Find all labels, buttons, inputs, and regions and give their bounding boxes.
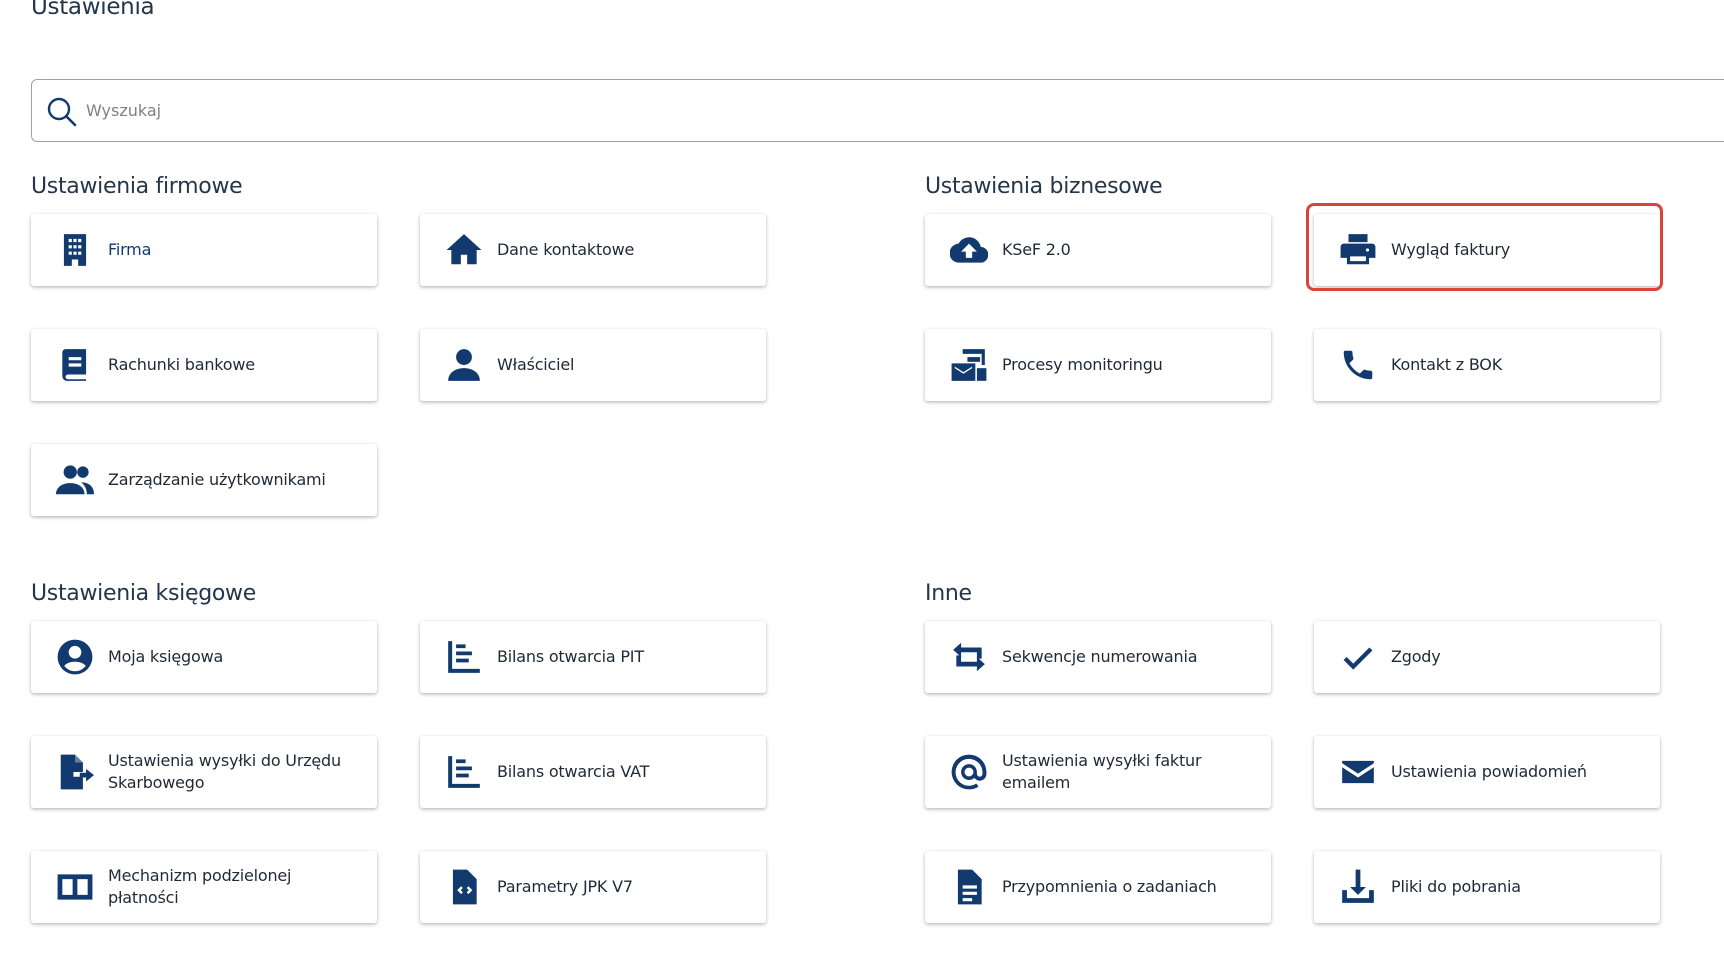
settings-card-label: Parametry JPK V7 (497, 877, 633, 896)
settings-card-wyglad-faktury[interactable]: Wygląd faktury (1314, 214, 1660, 286)
file-export-icon (51, 748, 99, 796)
settings-card-zarzadzanie-uzytkownikami[interactable]: Zarządzanie użytkownikami (31, 444, 377, 516)
search-box[interactable] (31, 79, 1724, 142)
settings-card-bilans-vat[interactable]: Bilans otwarcia VAT (420, 736, 766, 808)
settings-card-label: Ustawienia powiadomień (1391, 762, 1587, 781)
settings-card-przypomnienia[interactable]: Przypomnienia o zadaniach (925, 851, 1271, 923)
settings-card-label: Właściciel (497, 355, 575, 374)
balance-list-icon (440, 748, 488, 796)
settings-card-label: Wygląd faktury (1391, 240, 1511, 259)
building-icon (51, 226, 99, 274)
envelope-icon (1334, 748, 1382, 796)
settings-card-label: Rachunki bankowe (108, 355, 255, 374)
settings-card-wysylka-email[interactable]: Ustawienia wysyłki faktur emailem (925, 736, 1271, 808)
settings-card-sekwencje[interactable]: Sekwencje numerowania (925, 621, 1271, 693)
section-title-biznesowe: Ustawienia biznesowe (925, 174, 1163, 199)
settings-card-label: Bilans otwarcia VAT (497, 762, 650, 781)
monitoring-mail-icon (945, 341, 993, 389)
settings-card-powiadomienia[interactable]: Ustawienia powiadomień (1314, 736, 1660, 808)
settings-card-label: Kontakt z BOK (1391, 355, 1502, 374)
settings-card-rachunki-bankowe[interactable]: Rachunki bankowe (31, 329, 377, 401)
settings-card-label: Sekwencje numerowania (1002, 647, 1198, 666)
settings-card-dane-kontaktowe[interactable]: Dane kontaktowe (420, 214, 766, 286)
settings-card-label: Zgody (1391, 647, 1441, 666)
settings-card-label: Zarządzanie użytkownikami (108, 470, 326, 489)
settings-card-split-payment[interactable]: Mechanizm podzielonej płatności (31, 851, 377, 923)
settings-card-label: Mechanizm podzielonej płatności (108, 866, 292, 907)
settings-card-label: Ustawienia wysyłki do Urzędu Skarbowego (108, 751, 341, 792)
settings-card-procesy-monitoringu[interactable]: Procesy monitoringu (925, 329, 1271, 401)
printer-icon (1334, 226, 1382, 274)
settings-card-label: Procesy monitoringu (1002, 355, 1163, 374)
settings-card-kontakt-bok[interactable]: Kontakt z BOK (1314, 329, 1660, 401)
home-icon (440, 226, 488, 274)
section-title-firmowe: Ustawienia firmowe (31, 174, 243, 199)
settings-card-label: Firma (108, 240, 152, 259)
section-title-ksiegowe: Ustawienia księgowe (31, 581, 256, 606)
settings-card-label: Bilans otwarcia PIT (497, 647, 644, 666)
settings-card-label: Dane kontaktowe (497, 240, 635, 259)
download-icon (1334, 863, 1382, 911)
section-title-inne: Inne (925, 581, 972, 606)
at-sign-icon (945, 748, 993, 796)
settings-card-pliki[interactable]: Pliki do pobrania (1314, 851, 1660, 923)
settings-card-label: Moja księgowa (108, 647, 224, 666)
settings-card-label: Ustawienia wysyłki faktur emailem (1002, 751, 1202, 792)
users-icon (51, 456, 99, 504)
document-icon (945, 863, 993, 911)
settings-card-zgody[interactable]: Zgody (1314, 621, 1660, 693)
check-icon (1334, 633, 1382, 681)
settings-card-bilans-pit[interactable]: Bilans otwarcia PIT (420, 621, 766, 693)
settings-card-label: Pliki do pobrania (1391, 877, 1521, 896)
repeat-icon (945, 633, 993, 681)
split-columns-icon (51, 863, 99, 911)
settings-card-label: Przypomnienia o zadaniach (1002, 877, 1217, 896)
code-file-icon (440, 863, 488, 911)
cloud-upload-icon (945, 226, 993, 274)
account-circle-icon (51, 633, 99, 681)
book-icon (51, 341, 99, 389)
search-icon (46, 96, 78, 128)
settings-card-wlasciciel[interactable]: Właściciel (420, 329, 766, 401)
settings-card-wysylka-us[interactable]: Ustawienia wysyłki do Urzędu Skarbowego (31, 736, 377, 808)
settings-card-firma[interactable]: Firma (31, 214, 377, 286)
search-input[interactable] (86, 92, 886, 128)
page-title: Ustawienia (31, 0, 155, 20)
settings-card-moja-ksiegowa[interactable]: Moja księgowa (31, 621, 377, 693)
phone-icon (1334, 341, 1382, 389)
settings-card-jpk-v7[interactable]: Parametry JPK V7 (420, 851, 766, 923)
person-icon (440, 341, 488, 389)
settings-card-label: KSeF 2.0 (1002, 240, 1071, 259)
settings-card-ksef[interactable]: KSeF 2.0 (925, 214, 1271, 286)
balance-list-icon (440, 633, 488, 681)
